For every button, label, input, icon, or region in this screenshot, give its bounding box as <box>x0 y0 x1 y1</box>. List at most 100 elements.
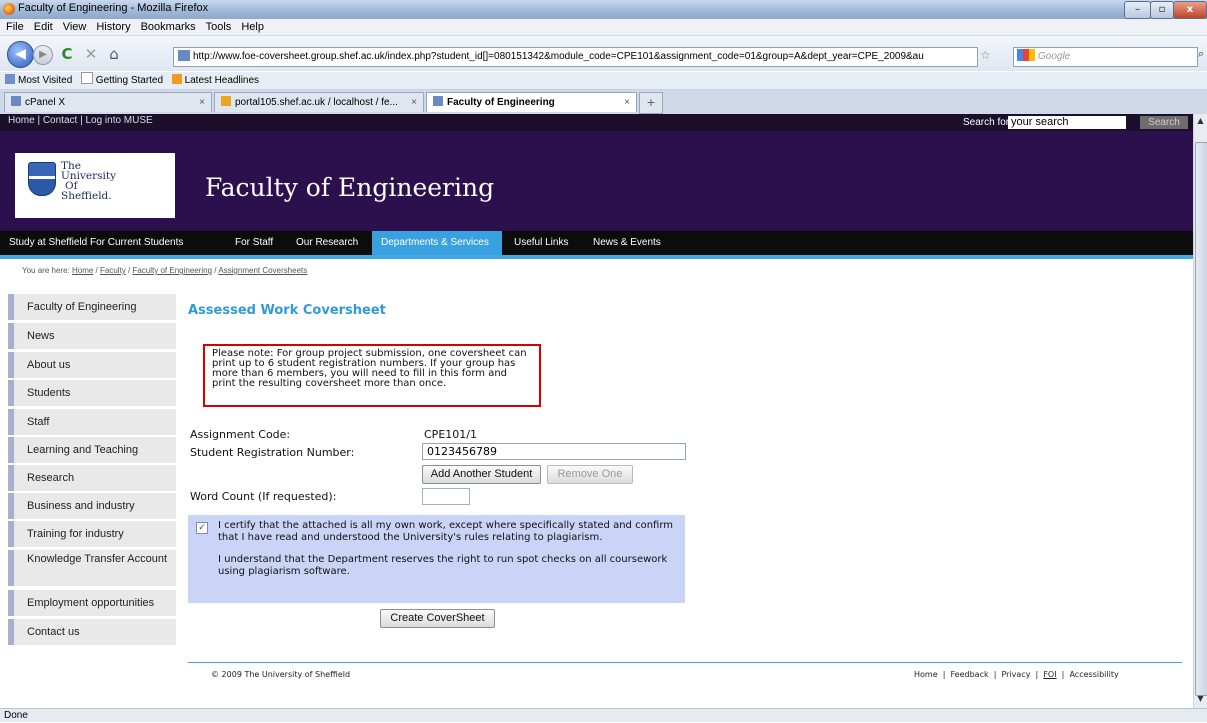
site-search-button[interactable]: Search <box>1140 116 1188 129</box>
scrollbar-thumb[interactable] <box>1195 142 1207 696</box>
reg-number-label: Student Registration Number: <box>190 446 355 459</box>
status-bar: Done <box>0 708 1207 722</box>
tab-close-icon[interactable]: × <box>624 93 630 112</box>
sidebar-item-about-us[interactable]: About us <box>8 352 176 378</box>
window-title: Faculty of Engineering - Mozilla Firefox <box>18 2 209 14</box>
certify-checkbox[interactable]: ✓ <box>196 522 208 534</box>
assignment-code-label: Assignment Code: <box>190 428 291 441</box>
nav-news-events[interactable]: News & Events <box>584 231 670 255</box>
breadcrumb-assignment-coversheets[interactable]: Assignment Coversheets <box>218 266 307 275</box>
new-tab-button[interactable]: + <box>639 92 663 114</box>
search-go-icon[interactable]: ⌕ <box>1198 47 1207 65</box>
tab-favicon <box>11 96 21 106</box>
certify-text-1: I certify that the attached is all my ow… <box>218 520 674 543</box>
menu-tools[interactable]: Tools <box>206 19 232 35</box>
back-button[interactable]: ◀ <box>7 41 34 68</box>
university-logo[interactable]: The University Of Sheffield. <box>15 153 175 218</box>
sidebar-item-news[interactable]: News <box>8 323 176 349</box>
page-title: Assessed Work Coversheet <box>188 303 386 318</box>
sidebar-item-research[interactable]: Research <box>8 465 176 491</box>
window-title-bar: Faculty of Engineering - Mozilla Firefox… <box>0 0 1207 19</box>
breadcrumb-home[interactable]: Home <box>72 266 93 275</box>
bookmark-star-icon[interactable]: ☆ <box>980 48 991 62</box>
site-identity-icon[interactable] <box>178 50 190 61</box>
faculty-title: Faculty of Engineering <box>205 173 495 202</box>
main-nav: Study at Sheffield For Current Students … <box>0 231 1193 259</box>
sidebar-item-learning-teaching[interactable]: Learning and Teaching <box>8 437 176 463</box>
nav-useful-links[interactable]: Useful Links <box>505 231 577 255</box>
sidebar-item-business-industry[interactable]: Business and industry <box>8 493 176 519</box>
sidebar-item-staff[interactable]: Staff <box>8 409 176 435</box>
scroll-up-icon[interactable]: ▲ <box>1195 116 1206 130</box>
menu-bar: File Edit View History Bookmarks Tools Help <box>0 19 1207 36</box>
scroll-down-icon[interactable]: ▼ <box>1195 694 1206 708</box>
footer-link-privacy[interactable]: Privacy <box>1001 670 1030 679</box>
site-search-label: Search for <box>963 117 1010 128</box>
assignment-code-value: CPE101/1 <box>424 428 477 441</box>
tab-faculty-of-engineering[interactable]: Faculty of Engineering × <box>426 92 637 112</box>
rss-icon <box>171 74 182 84</box>
footer-link-foi[interactable]: FOI <box>1043 670 1056 679</box>
breadcrumb-faculty-of-engineering[interactable]: Faculty of Engineering <box>132 266 212 275</box>
breadcrumb: You are here: Home / Faculty / Faculty o… <box>22 266 308 275</box>
footer-link-home[interactable]: Home <box>914 670 938 679</box>
tab-portal[interactable]: portal105.shef.ac.uk / localhost / fe...… <box>214 92 424 112</box>
firefox-icon <box>3 3 15 15</box>
word-count-label: Word Count (If requested): <box>190 490 337 503</box>
forward-button[interactable]: ▶ <box>33 45 53 65</box>
footer-link-feedback[interactable]: Feedback <box>951 670 989 679</box>
sidebar-item-contact-us[interactable]: Contact us <box>8 619 176 645</box>
bookmark-latest-headlines[interactable]: Latest Headlines <box>171 72 259 89</box>
menu-edit[interactable]: Edit <box>34 19 53 35</box>
stop-icon[interactable]: ✕ <box>82 44 100 64</box>
sidebar-item-employment[interactable]: Employment opportunities <box>8 590 176 616</box>
menu-file[interactable]: File <box>6 19 24 35</box>
maximize-button[interactable]: ▫ <box>1150 1 1174 19</box>
reg-number-input[interactable]: 0123456789 <box>422 443 686 460</box>
sidebar-item-faculty-of-engineering[interactable]: Faculty of Engineering <box>8 294 176 320</box>
google-icon <box>1017 49 1035 61</box>
bookmark-most-visited[interactable]: Most Visited <box>5 72 72 89</box>
nav-departments-services[interactable]: Departments & Services <box>372 231 502 255</box>
menu-help[interactable]: Help <box>241 19 264 35</box>
menu-bookmarks[interactable]: Bookmarks <box>141 19 196 35</box>
nav-current-students[interactable]: For Current Students <box>81 231 192 255</box>
crest-icon <box>28 162 56 196</box>
tab-favicon <box>221 96 231 106</box>
close-button[interactable]: x <box>1173 1 1207 19</box>
nav-for-staff[interactable]: For Staff <box>226 231 282 255</box>
bookmark-icon <box>5 74 15 84</box>
nav-our-research[interactable]: Our Research <box>287 231 367 255</box>
top-links[interactable]: Home | Contact | Log into MUSE <box>8 115 153 126</box>
breadcrumb-prefix: You are here: <box>22 266 70 275</box>
footer-links: Home | Feedback | Privacy | FOI | Access… <box>914 670 1119 679</box>
search-bar[interactable]: Google <box>1013 47 1198 67</box>
create-coversheet-button[interactable]: Create CoverSheet <box>380 609 495 628</box>
site-banner: The University Of Sheffield. Faculty of … <box>0 131 1193 231</box>
tab-close-icon[interactable]: × <box>411 93 417 112</box>
search-bar-placeholder: Google <box>1038 51 1071 62</box>
breadcrumb-faculty[interactable]: Faculty <box>100 266 126 275</box>
certify-text-2: I understand that the Department reserve… <box>218 554 668 577</box>
minimize-button[interactable]: – <box>1124 1 1151 19</box>
tab-label: cPanel X <box>25 97 66 108</box>
remove-one-button[interactable]: Remove One <box>547 465 633 484</box>
bookmark-getting-started[interactable]: Getting Started <box>80 72 163 89</box>
sidebar-item-students[interactable]: Students <box>8 380 176 406</box>
menu-view[interactable]: View <box>63 19 87 35</box>
site-search-input[interactable]: your search <box>1008 116 1126 129</box>
add-student-button[interactable]: Add Another Student <box>422 465 541 484</box>
sidebar-item-training-industry[interactable]: Training for industry <box>8 521 176 547</box>
sidebar-item-knowledge-transfer[interactable]: Knowledge Transfer Account <box>8 550 176 586</box>
footer-link-accessibility[interactable]: Accessibility <box>1069 670 1118 679</box>
bookmarks-toolbar: Most Visited Getting Started Latest Head… <box>0 72 1207 90</box>
home-icon[interactable]: ⌂ <box>105 44 123 64</box>
certify-box: ✓ I certify that the attached is all my … <box>188 515 685 603</box>
reload-icon[interactable]: C <box>58 44 76 64</box>
tab-cpanel[interactable]: cPanel X × <box>4 92 212 112</box>
word-count-input[interactable] <box>422 488 470 505</box>
bookmark-label: Most Visited <box>18 75 73 86</box>
tab-close-icon[interactable]: × <box>199 93 205 112</box>
menu-history[interactable]: History <box>96 19 130 35</box>
url-bar[interactable]: http://www.foe-coversheet.group.shef.ac.… <box>173 47 978 67</box>
